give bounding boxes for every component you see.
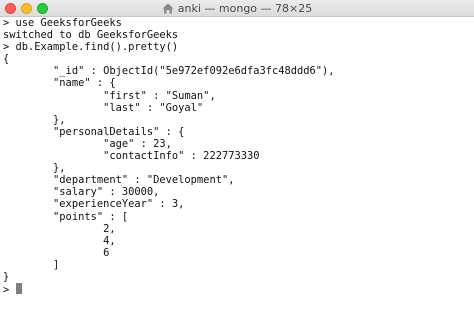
terminal-line: }, — [3, 162, 66, 175]
text-cursor — [15, 283, 22, 295]
terminal-line: "name" : { — [3, 77, 116, 90]
terminal-line: { — [3, 53, 10, 66]
terminal-line: > db.Example.find().pretty() — [3, 41, 179, 54]
home-folder-icon — [162, 3, 174, 14]
terminal-line: "_id" : ObjectId("5e972ef092e6dfa3fc48dd… — [3, 65, 335, 78]
terminal-line: switched to db GeeksforGeeks — [3, 29, 179, 42]
terminal-line: "last" : "Goyal" — [3, 101, 204, 114]
shell-prompt: > — [3, 284, 16, 297]
terminal-line: "department" : "Development", — [3, 174, 235, 187]
terminal-line: 6 — [3, 246, 110, 259]
terminal-line: "personalDetails" : { — [3, 125, 185, 138]
terminal-line: "salary" : 30000, — [3, 186, 160, 199]
terminal-line: "points" : [ — [3, 210, 129, 223]
terminal-line: 4, — [3, 234, 116, 247]
terminal-line: "contactInfo" : 222773330 — [3, 150, 260, 163]
window-title: anki — mongo — 78×25 — [177, 2, 313, 15]
terminal-line: > use GeeksforGeeks — [3, 17, 122, 29]
prompt-line[interactable]: > — [3, 283, 474, 297]
terminal-line: } — [3, 270, 10, 283]
window-title-area: anki — mongo — 78×25 — [0, 1, 474, 16]
terminal-output[interactable]: > use GeeksforGeeks switched to db Geeks… — [3, 17, 474, 297]
terminal-window: anki — mongo — 78×25 > use GeeksforGeeks… — [0, 0, 474, 320]
title-bar: anki — mongo — 78×25 — [0, 0, 474, 17]
terminal-line: 2, — [3, 222, 116, 235]
terminal-line: "first" : "Suman", — [3, 89, 216, 102]
terminal-line: }, — [3, 113, 66, 126]
terminal-line: "experienceYear" : 3, — [3, 198, 185, 211]
terminal-line: ] — [3, 258, 60, 271]
terminal-line: "age" : 23, — [3, 137, 172, 150]
